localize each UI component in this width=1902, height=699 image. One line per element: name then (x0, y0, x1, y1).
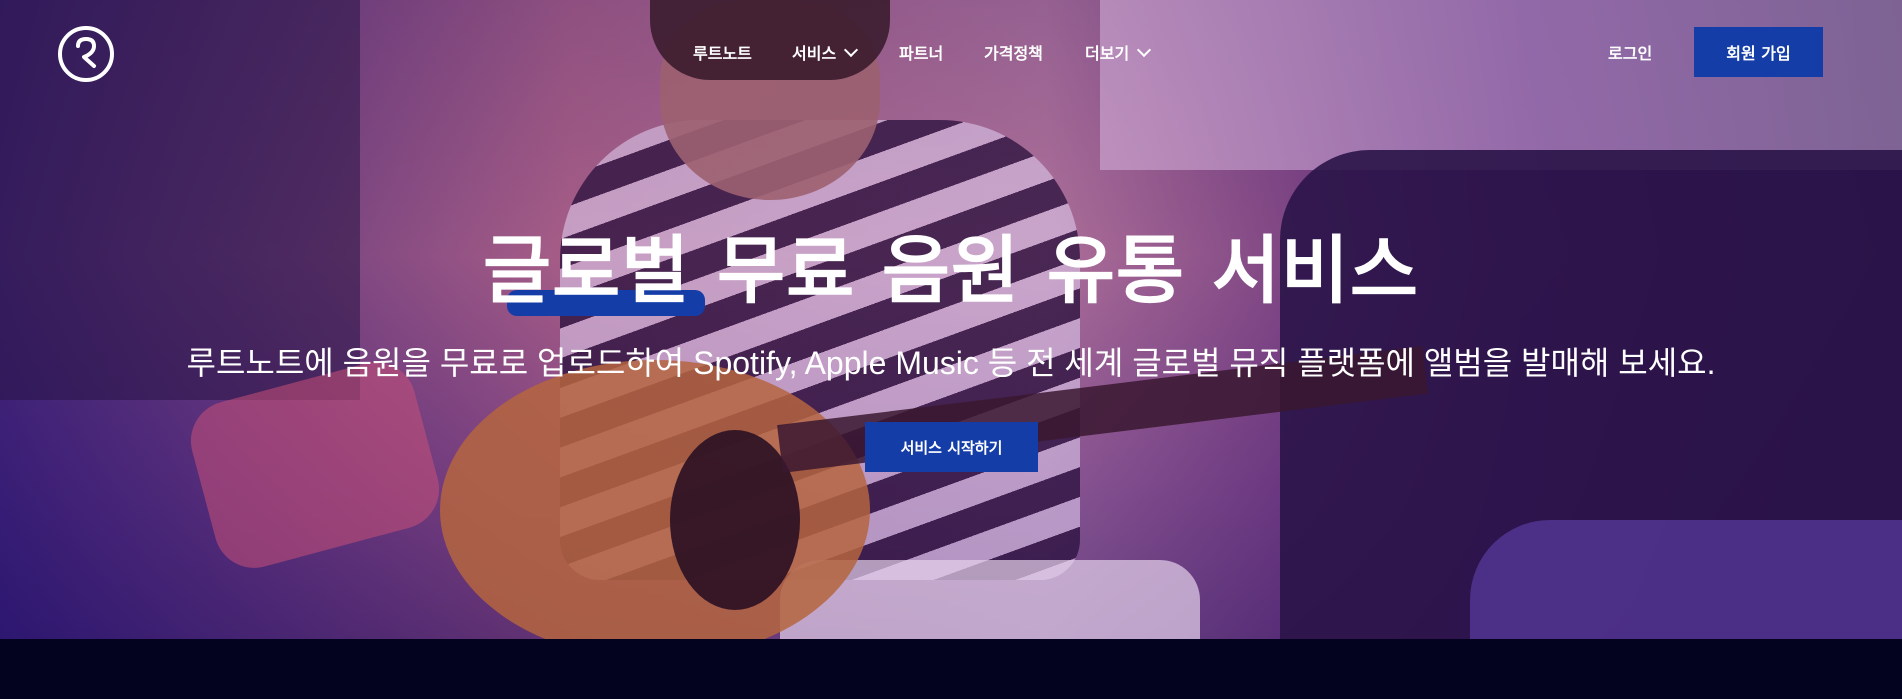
nav-item-pricing[interactable]: 가격정책 (984, 40, 1043, 64)
hero-subtitle: 루트노트에 음원을 무료로 업로드하여 Spotify, Apple Music… (186, 345, 1716, 381)
signup-button[interactable]: 회원 가입 (1694, 27, 1823, 77)
nav-item-label: 파트너 (899, 44, 944, 63)
nav-item-services[interactable]: 서비스 (792, 40, 859, 64)
hero-title: 글로벌 무료 음원 유통 서비스 (482, 228, 1419, 314)
login-link[interactable]: 로그인 (1608, 40, 1652, 64)
hero-section: 루트노트 서비스 파트너 가격정책 더보기 로그인 회원 가입 글로벌 무료 음… (0, 0, 1902, 639)
hero-bg-sofa-arm (1470, 520, 1902, 639)
chevron-down-icon (1137, 42, 1152, 58)
hero-bg-window (1100, 0, 1902, 170)
nav-item-more[interactable]: 더보기 (1085, 40, 1152, 64)
nav-item-label: 서비스 (792, 44, 837, 63)
footer-band (0, 639, 1902, 699)
nav-item-label: 루트노트 (693, 44, 752, 63)
chevron-down-icon (844, 42, 859, 58)
start-service-button[interactable]: 서비스 시작하기 (865, 422, 1038, 472)
nav-item-label: 더보기 (1085, 44, 1130, 63)
hero-title-wrap: 글로벌 무료 음원 유통 서비스 (0, 226, 1902, 316)
nav-item-partner[interactable]: 파트너 (899, 40, 943, 64)
nav-item-label: 가격정책 (984, 44, 1043, 63)
nav-item-rootnote[interactable]: 루트노트 (693, 40, 752, 64)
